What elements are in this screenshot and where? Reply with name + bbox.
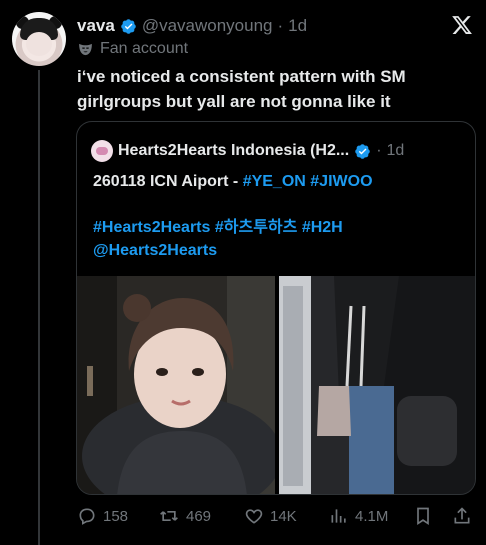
share-icon <box>454 507 470 524</box>
like-action[interactable]: 14K <box>244 506 297 526</box>
share-action[interactable] <box>452 506 472 531</box>
quoted-tweet-line1: 260118 ICN Aiport - #YE_ON #JIWOO <box>93 170 463 194</box>
views-count: 4.1M <box>355 507 389 525</box>
hashtag-link[interactable]: #하츠투하츠 <box>215 219 298 236</box>
quoted-tweet-header: Hearts2Hearts Indonesia (H2... · 1d <box>91 140 404 162</box>
tweet-header: vava @vavawonyoung · 1d <box>77 16 307 36</box>
hashtag-link[interactable]: #H2H <box>302 219 343 236</box>
hashtag-link[interactable]: #YE_ON <box>243 173 306 190</box>
repost-count: 469 <box>186 507 212 525</box>
views-icon <box>331 509 346 523</box>
bookmark-action[interactable] <box>413 506 433 531</box>
tweet-timestamp[interactable]: 1d <box>288 16 307 36</box>
reply-icon <box>79 508 95 525</box>
verified-badge-icon <box>121 18 136 34</box>
verified-badge-icon <box>355 143 370 159</box>
author-handle[interactable]: @vavawonyoung <box>142 16 273 36</box>
bookmark-icon <box>417 507 429 526</box>
separator-dot: · <box>376 142 382 159</box>
quoted-tweet-photo-1[interactable] <box>77 276 275 494</box>
like-icon <box>245 509 263 524</box>
quoted-author-name[interactable]: Hearts2Hearts Indonesia (H2... <box>118 142 349 160</box>
thread-line <box>38 70 40 545</box>
quoted-tweet-mention-line: @Hearts2Hearts <box>93 242 217 260</box>
separator-dot: · <box>277 16 284 35</box>
quoted-tweet-plain-text: 260118 ICN Aiport - <box>93 173 243 190</box>
repost-icon <box>160 511 178 521</box>
photo-1-illustration <box>77 276 275 494</box>
reply-count: 158 <box>103 507 129 525</box>
author-avatar[interactable] <box>12 12 66 66</box>
tweet-text: i‘ve noticed a consistent pattern with S… <box>77 67 406 111</box>
author-name[interactable]: vava <box>77 16 115 36</box>
quoted-tweet-timestamp[interactable]: 1d <box>387 142 405 160</box>
photo-2-illustration <box>279 276 475 494</box>
x-logo-icon[interactable] <box>451 14 473 36</box>
views-action[interactable]: 4.1M <box>329 506 388 526</box>
repost-action[interactable]: 469 <box>158 506 211 526</box>
quoted-author-avatar[interactable] <box>91 140 113 162</box>
mask-icon <box>79 43 92 55</box>
like-count: 14K <box>270 507 297 525</box>
hashtag-link[interactable]: #Hearts2Hearts <box>93 219 210 236</box>
hashtag-link[interactable]: #JIWOO <box>310 173 372 190</box>
quoted-tweet[interactable]: Hearts2Hearts Indonesia (H2... · 1d 2601… <box>76 121 476 495</box>
quoted-tweet-hashtags: #Hearts2Hearts #하츠투하츠 #H2H <box>93 216 343 240</box>
account-label-text: Fan account <box>100 40 189 57</box>
reply-action[interactable]: 158 <box>77 506 128 526</box>
account-label: Fan account <box>77 40 188 58</box>
avatar-face <box>26 32 52 56</box>
mention-link[interactable]: @Hearts2Hearts <box>93 242 217 259</box>
quoted-tweet-photo-2[interactable] <box>279 276 475 494</box>
